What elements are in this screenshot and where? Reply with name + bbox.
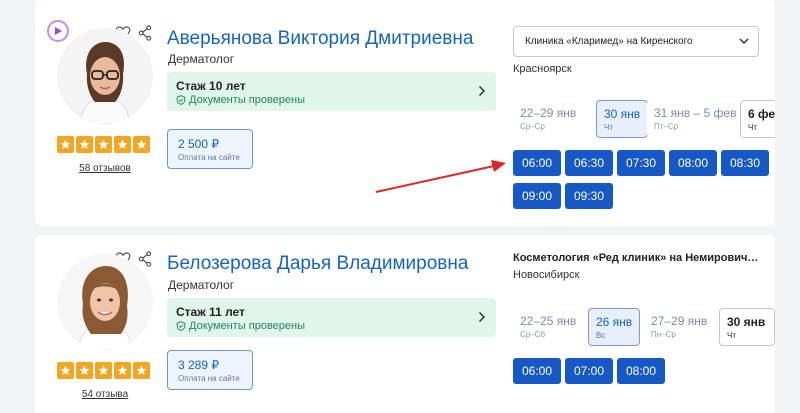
time-slot-button[interactable]: 09:30 — [565, 183, 613, 209]
time-slot-button[interactable]: 09:00 — [513, 183, 561, 209]
date-tabs: 22–29 янв Ср–Ср 30 янв Чт 31 янв – 5 фев… — [513, 100, 775, 140]
date-tab-label: 27–29 янв — [651, 314, 708, 328]
time-slot-button[interactable]: 08:30 — [721, 150, 769, 176]
price-note: Оплата на сайте — [178, 153, 240, 162]
doctor-name[interactable]: Аверьянова Виктория Дмитриевна — [167, 28, 473, 50]
date-tab-weekday: Чт — [748, 123, 757, 132]
play-icon — [55, 27, 62, 35]
doctor-photo[interactable] — [57, 28, 153, 124]
date-tab-label: 6 фев — [748, 107, 775, 121]
doctor-specialty: Дерматолог — [168, 278, 235, 292]
date-tab-weekday: Чт — [727, 331, 736, 340]
share-icon — [138, 251, 152, 267]
star-icon — [114, 362, 131, 379]
date-tab-label: 31 янв – 5 фев — [654, 106, 737, 120]
star-icon — [57, 136, 74, 153]
reviews-link[interactable]: 58 отзывов — [59, 163, 151, 174]
clinic-select[interactable]: Клиника «Кларимед» на Киренского — [513, 26, 759, 57]
price-amount: 2 500 ₽ — [178, 137, 219, 151]
rating-stars — [57, 136, 150, 153]
share-button[interactable] — [136, 250, 154, 268]
experience-label: Стаж 10 лет — [176, 79, 246, 93]
date-tab-weekday: Ср–Сб — [520, 330, 546, 339]
verified-label: Документы проверены — [176, 94, 305, 106]
share-icon — [138, 25, 152, 41]
clinic-name[interactable]: Косметология «Ред клиник» на Немировича-… — [513, 252, 759, 264]
date-tab[interactable]: 30 янв Чт — [719, 308, 775, 346]
doctor-card: 58 отзывов Аверьянова Виктория Дмитриевн… — [35, 0, 775, 226]
star-icon — [57, 362, 74, 379]
experience-panel[interactable]: Стаж 11 лет Документы проверены — [167, 298, 496, 337]
date-tab-label: 30 янв — [727, 315, 766, 329]
star-icon — [133, 362, 150, 379]
rating-stars — [57, 362, 150, 379]
star-icon — [95, 362, 112, 379]
verified-text: Документы проверены — [189, 94, 306, 106]
chevron-right-icon — [478, 311, 486, 323]
share-button[interactable] — [136, 24, 154, 42]
date-tab-selected[interactable]: 30 янв Чт — [596, 100, 649, 138]
time-slot-button[interactable]: 06:00 — [513, 150, 561, 176]
star-icon — [76, 362, 93, 379]
clinic-city: Красноярск — [513, 63, 572, 75]
chevron-down-icon — [739, 38, 749, 45]
date-tab-selected[interactable]: 26 янв Вс — [588, 308, 641, 346]
time-slot-button[interactable]: 07:00 — [565, 358, 613, 384]
experience-panel[interactable]: Стаж 10 лет Документы проверены — [167, 72, 496, 111]
time-slot-button[interactable]: 07:30 — [617, 150, 665, 176]
doctor-name[interactable]: Белозерова Дарья Владимировна — [167, 253, 468, 275]
date-tab[interactable]: 31 янв – 5 фев Пт–Ср — [647, 100, 744, 138]
date-tab[interactable]: 22–25 янв Ср–Сб — [513, 308, 584, 346]
experience-label: Стаж 11 лет — [176, 305, 245, 319]
date-tab-label: 22–29 янв — [520, 106, 577, 120]
date-tab-weekday: Вс — [596, 331, 606, 340]
star-icon — [133, 136, 150, 153]
verified-label: Документы проверены — [176, 320, 305, 332]
shield-check-icon — [176, 321, 186, 331]
date-tab-label: 30 янв — [604, 107, 641, 121]
price-button[interactable]: 3 289 ₽ Оплата на сайте — [167, 350, 253, 390]
time-slot-button[interactable]: 08:00 — [669, 150, 717, 176]
clinic-city: Новосибирск — [513, 269, 580, 281]
time-slot-button[interactable]: 06:30 — [565, 150, 613, 176]
date-tab-label: 26 янв — [596, 315, 633, 329]
chevron-right-icon — [478, 85, 486, 97]
reviews-link[interactable]: 54 отзыва — [59, 389, 151, 400]
price-button[interactable]: 2 500 ₽ Оплата на сайте — [167, 129, 253, 169]
star-icon — [76, 136, 93, 153]
time-slot-button[interactable]: 06:00 — [513, 358, 561, 384]
date-tab[interactable]: 27–29 янв Пн–Ср — [644, 308, 715, 346]
time-slot-button[interactable]: 08:00 — [617, 358, 665, 384]
date-tab[interactable]: 22–29 янв Ср–Ср — [513, 100, 584, 138]
shield-check-icon — [176, 95, 186, 105]
star-icon — [114, 136, 131, 153]
date-tab-weekday: Пн–Ср — [651, 330, 676, 339]
date-tab-weekday: Пт–Ср — [654, 122, 679, 131]
doctor-card: 54 отзыва Белозерова Дарья Владимировна … — [35, 235, 775, 413]
price-amount: 3 289 ₽ — [178, 358, 219, 372]
video-play-button[interactable] — [47, 20, 69, 42]
doctor-specialty: Дерматолог — [168, 52, 235, 66]
price-note: Оплата на сайте — [178, 374, 240, 383]
doctor-photo[interactable] — [57, 254, 153, 350]
verified-text: Документы проверены — [189, 320, 306, 332]
star-icon — [95, 136, 112, 153]
clinic-select-value: Клиника «Кларимед» на Киренского — [525, 36, 693, 47]
date-tab-weekday: Чт — [604, 123, 613, 132]
date-tabs: 22–25 янв Ср–Сб 26 янв Вс 27–29 янв Пн–С… — [513, 308, 775, 348]
date-tab-weekday: Ср–Ср — [520, 122, 545, 131]
date-tab-label: 22–25 янв — [520, 314, 577, 328]
date-tab[interactable]: 6 фев Чт — [740, 100, 775, 138]
